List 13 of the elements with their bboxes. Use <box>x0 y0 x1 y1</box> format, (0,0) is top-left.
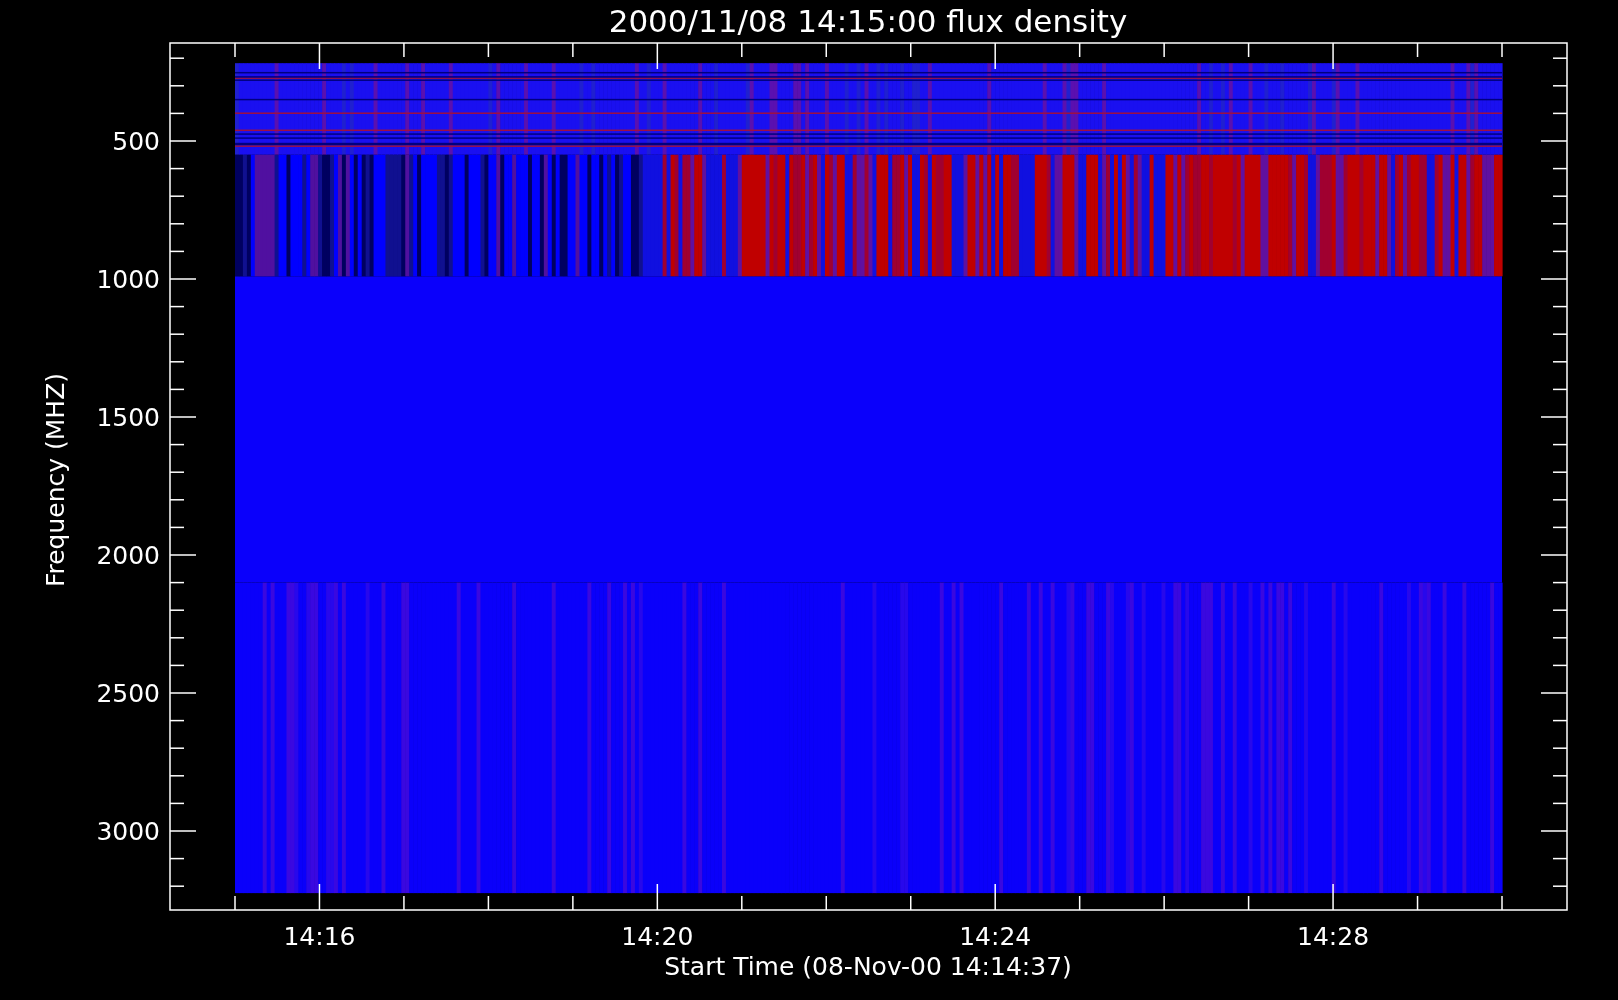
chart-title: 2000/11/08 14:15:00 flux density <box>608 3 1128 39</box>
tick-label: 2000 <box>96 541 160 570</box>
axis-label: Start Time (08-Nov-00 14:14:37) <box>664 952 1072 981</box>
tick-label: 3000 <box>96 817 160 846</box>
tick-label: 14:24 <box>959 922 1032 951</box>
tick-label: 2500 <box>96 679 160 708</box>
tick-label: 1500 <box>96 403 160 432</box>
tick-label: 500 <box>112 127 160 156</box>
tick-label: 14:20 <box>621 922 694 951</box>
tick-label: 14:16 <box>283 922 356 951</box>
tick-label: 1000 <box>96 265 160 294</box>
axis-label: Frequency (MHZ) <box>41 372 70 588</box>
tick-label: 14:28 <box>1297 922 1370 951</box>
